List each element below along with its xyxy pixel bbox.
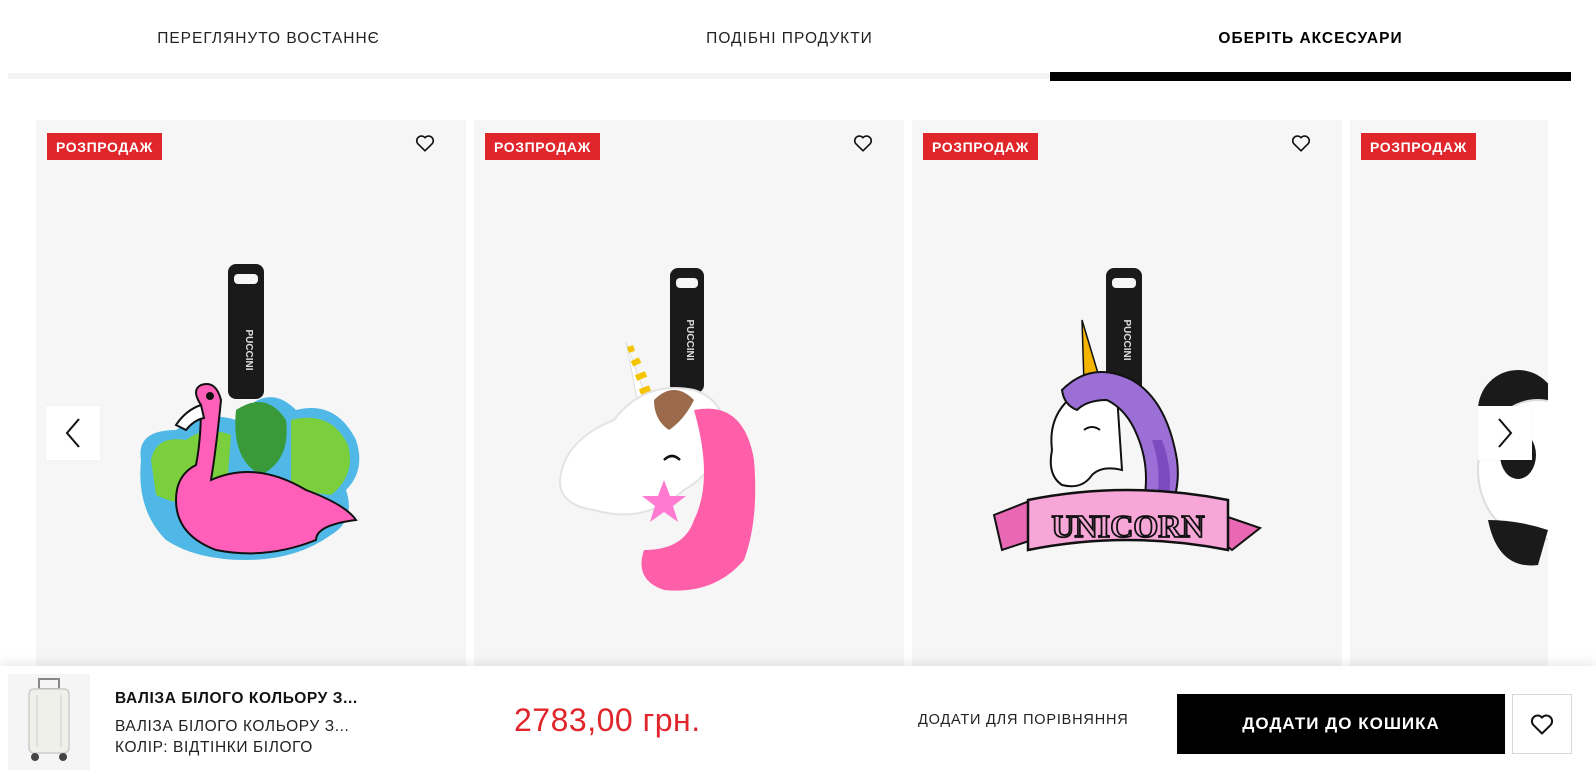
brand-strap-text: PUCCINI — [243, 329, 254, 370]
add-to-cart-button[interactable]: ДОДАТИ ДО КОШИКА — [1177, 694, 1505, 754]
product-carousel: РОЗПРОДАЖ PUCCINI РОЗПРОДАЖ PUCCINI РОЗП… — [36, 120, 1548, 666]
product-card[interactable]: РОЗПРОДАЖ — [1350, 120, 1548, 666]
chevron-right-icon — [1498, 418, 1513, 448]
carousel-next-button[interactable] — [1478, 406, 1532, 460]
product-card[interactable]: РОЗПРОДАЖ PUCCINI UNICORN — [912, 120, 1342, 666]
product-color: КОЛІР: ВІДТІНКИ БІЛОГО — [115, 739, 313, 756]
product-card[interactable]: РОЗПРОДАЖ PUCCINI — [36, 120, 466, 666]
brand-strap-text: PUCCINI — [684, 319, 695, 360]
sale-badge: РОЗПРОДАЖ — [1361, 133, 1476, 160]
product-subtitle: ВАЛІЗА БІЛОГО КОЛЬОРУ З... — [115, 718, 350, 735]
brand-strap-text: PUCCINI — [1121, 319, 1132, 360]
unicorn-banner-tag-image[interactable]: PUCCINI UNICORN — [992, 260, 1262, 620]
tab-recently-viewed[interactable]: ПЕРЕГЛЯНУТО ВОСТАННЄ — [8, 0, 529, 78]
sticky-product-bar: ВАЛІЗА БІЛОГО КОЛЬОРУ З... ВАЛІЗА БІЛОГО… — [0, 666, 1596, 775]
carousel-prev-button[interactable] — [46, 406, 100, 460]
sale-badge: РОЗПРОДАЖ — [47, 133, 162, 160]
sale-badge: РОЗПРОДАЖ — [485, 133, 600, 160]
wishlist-heart-icon[interactable] — [412, 130, 438, 156]
wishlist-heart-icon[interactable] — [850, 130, 876, 156]
unicorn-head-tag-image[interactable]: PUCCINI — [554, 260, 824, 620]
active-tab-indicator — [1050, 72, 1571, 81]
heart-icon — [1530, 714, 1554, 735]
tab-choose-accessories[interactable]: ОБЕРІТЬ АКСЕСУАРИ — [1050, 0, 1571, 78]
flamingo-tag-image[interactable]: PUCCINI — [116, 260, 386, 620]
chevron-left-icon — [65, 418, 80, 448]
wishlist-heart-icon[interactable] — [1288, 130, 1314, 156]
sale-badge: РОЗПРОДАЖ — [923, 133, 1038, 160]
panda-tag-image[interactable] — [1468, 370, 1548, 570]
product-price: 2783,00 грн. — [514, 702, 701, 738]
tab-similar-products[interactable]: ПОДІБНІ ПРОДУКТИ — [529, 0, 1050, 78]
add-to-compare-link[interactable]: ДОДАТИ ДЛЯ ПОРІВНЯННЯ — [918, 712, 1129, 728]
product-card[interactable]: РОЗПРОДАЖ PUCCINI — [474, 120, 904, 666]
product-name[interactable]: ВАЛІЗА БІЛОГО КОЛЬОРУ З... — [115, 690, 358, 708]
wishlist-button[interactable] — [1512, 694, 1572, 754]
unicorn-banner-text: UNICORN — [1052, 508, 1205, 544]
product-thumbnail[interactable] — [8, 674, 90, 770]
